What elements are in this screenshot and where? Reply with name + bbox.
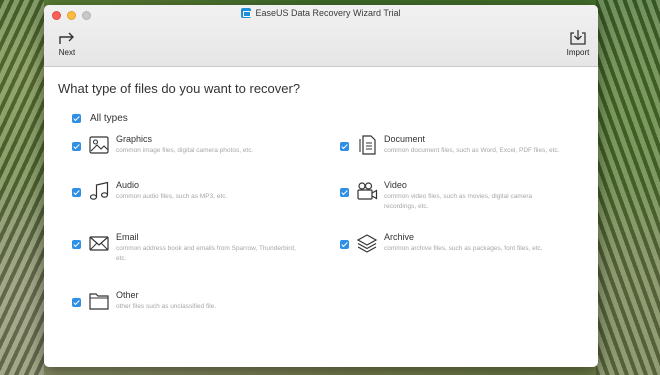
app-logo-icon (241, 8, 252, 18)
email-label: Email (116, 232, 139, 242)
all-types-checkbox[interactable] (72, 114, 81, 123)
music-note-icon (89, 181, 109, 200)
video-checkbox[interactable] (340, 188, 349, 197)
graphics-checkbox[interactable] (72, 142, 81, 151)
archive-checkbox[interactable] (340, 240, 349, 249)
all-types-option[interactable]: All types (72, 113, 584, 124)
import-label: Import (566, 48, 590, 57)
video-label: Video (384, 180, 407, 190)
file-type-video[interactable]: Video common video files, such as movies… (340, 180, 570, 212)
all-types-label: All types (90, 113, 128, 124)
envelope-icon (89, 236, 109, 251)
import-button[interactable]: Import (558, 29, 598, 57)
other-label: Other (116, 290, 139, 300)
audio-description: common audio files, such as MP3, etc. (116, 193, 228, 200)
window-title: EaseUS Data Recovery Wizard Trial (44, 8, 598, 18)
archive-label: Archive (384, 232, 415, 242)
graphics-description: common image files, digital camera photo… (116, 147, 254, 154)
window-title-text: EaseUS Data Recovery Wizard Trial (255, 8, 401, 18)
audio-checkbox[interactable] (72, 188, 81, 197)
file-type-document[interactable]: Document common document files, such as … (340, 134, 570, 156)
document-description: common document files, such as Word, Exc… (384, 147, 560, 154)
other-description: other files such as unclassified file. (116, 303, 217, 310)
next-label: Next (58, 48, 76, 57)
file-type-other[interactable]: Other other files such as unclassified f… (72, 290, 302, 312)
file-type-email[interactable]: Email common address book and emails fro… (72, 232, 302, 264)
document-label: Document (384, 134, 426, 144)
desktop-wallpaper-left (0, 0, 44, 375)
folder-icon (89, 293, 109, 310)
graphics-label: Graphics (116, 134, 153, 144)
app-window: EaseUS Data Recovery Wizard Trial Next I… (44, 5, 598, 367)
forward-arrow-icon (59, 32, 74, 44)
image-icon (89, 136, 109, 154)
import-icon (570, 30, 586, 45)
next-button[interactable]: Next (47, 29, 87, 57)
file-type-grid: Graphics common image files, digital cam… (58, 134, 584, 354)
document-icon (359, 135, 376, 155)
page-title: What type of files do you want to recove… (58, 81, 301, 96)
main-content: What type of files do you want to recove… (44, 67, 598, 354)
file-type-archive[interactable]: Archive common archive files, such as pa… (340, 232, 570, 254)
archive-description: common archive files, such as packages, … (384, 245, 543, 252)
file-type-graphics[interactable]: Graphics common image files, digital cam… (72, 134, 302, 156)
other-checkbox[interactable] (72, 298, 81, 307)
audio-label: Audio (116, 180, 140, 190)
file-type-audio[interactable]: Audio common audio files, such as MP3, e… (72, 180, 302, 202)
desktop-wallpaper-right (596, 0, 660, 375)
layers-icon (356, 234, 378, 253)
document-checkbox[interactable] (340, 142, 349, 151)
video-description: common video files, such as movies, digi… (384, 193, 533, 210)
title-bar: EaseUS Data Recovery Wizard Trial Next I… (44, 5, 598, 67)
email-checkbox[interactable] (72, 240, 81, 249)
email-description: common address book and emails from Spar… (116, 245, 296, 262)
video-camera-icon (357, 182, 378, 200)
